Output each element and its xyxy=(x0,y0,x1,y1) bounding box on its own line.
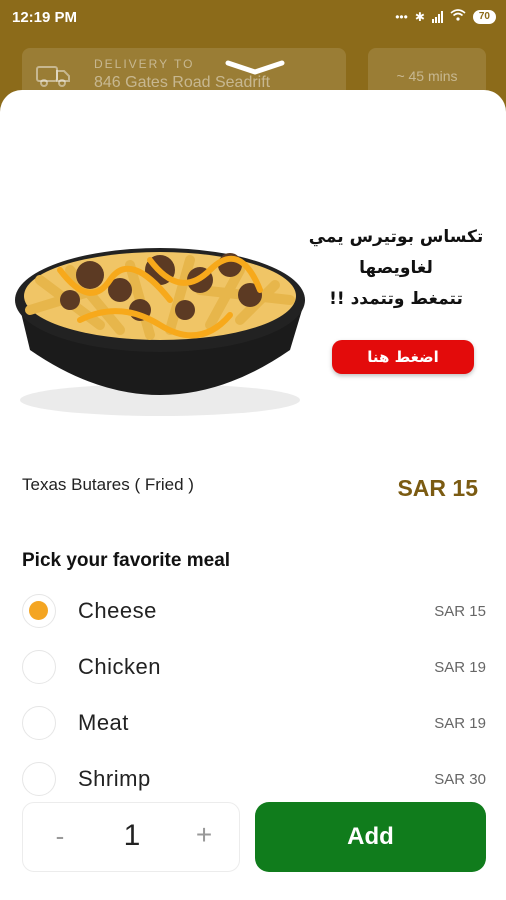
radio-selected[interactable] xyxy=(22,594,56,628)
option-price: SAR 19 xyxy=(434,715,486,732)
option-price: SAR 30 xyxy=(434,771,486,788)
option-cheese[interactable]: Cheese SAR 15 xyxy=(0,584,506,640)
promo-banner[interactable]: تكساس بوتيرس يمي لغاويصها تتمغط وتتمدد !… xyxy=(0,90,506,430)
option-meat[interactable]: Meat SAR 19 xyxy=(0,696,506,752)
promo-line-2: لغاويصها xyxy=(359,258,433,278)
battery-icon: 70 xyxy=(472,9,496,24)
option-chicken[interactable]: Chicken SAR 19 xyxy=(0,640,506,696)
item-detail-sheet: تكساس بوتيرس يمي لغاويصها تتمغط وتتمدد !… xyxy=(0,90,506,900)
loaded-fries-bowl-image xyxy=(15,248,305,416)
decrement-button[interactable]: - xyxy=(45,821,75,852)
status-icons: ••• ✱ 70 xyxy=(395,9,496,24)
quantity-value: 1 xyxy=(123,819,141,852)
quantity-stepper: - 1 + xyxy=(22,802,240,872)
option-shrimp[interactable]: Shrimp SAR 30 xyxy=(0,752,506,808)
item-name: Texas Butares ( Fried ) xyxy=(22,475,194,494)
option-price: SAR 15 xyxy=(434,603,486,620)
promo-line-1: تكساس بوتيرس يمي xyxy=(308,227,484,247)
increment-button[interactable]: + xyxy=(189,819,219,851)
option-price: SAR 19 xyxy=(434,659,486,676)
item-price: SAR 15 xyxy=(397,475,478,501)
more-dots-icon: ••• xyxy=(395,9,408,24)
delivery-truck-icon xyxy=(36,66,70,87)
status-time: 12:19 PM xyxy=(12,9,78,26)
meal-options-list: Cheese SAR 15 Chicken SAR 19 Meat SAR 19… xyxy=(0,584,506,808)
promo-line-3: تتمغط وتتمدد !! xyxy=(329,289,463,309)
bluetooth-icon: ✱ xyxy=(414,9,425,24)
add-to-cart-button[interactable]: Add xyxy=(255,802,486,872)
radio-unselected[interactable] xyxy=(22,706,56,740)
option-name: Chicken xyxy=(78,654,161,679)
radio-unselected[interactable] xyxy=(22,650,56,684)
promo-text: تكساس بوتيرس يمي لغاويصها تتمغط وتتمدد !… xyxy=(296,222,496,315)
options-section-title: Pick your favorite meal xyxy=(22,550,231,571)
promo-cta-button[interactable]: اضغط هنا xyxy=(332,340,474,374)
chevron-down-icon[interactable] xyxy=(224,58,286,76)
option-name: Cheese xyxy=(78,598,157,623)
radio-unselected[interactable] xyxy=(22,762,56,796)
wifi-icon xyxy=(450,9,466,24)
status-bar: 12:19 PM ••• ✱ 70 xyxy=(0,0,506,36)
delivery-label: DELIVERY TO xyxy=(94,57,195,71)
signal-icon xyxy=(431,10,443,23)
option-name: Meat xyxy=(78,710,129,735)
option-name: Shrimp xyxy=(78,766,151,791)
